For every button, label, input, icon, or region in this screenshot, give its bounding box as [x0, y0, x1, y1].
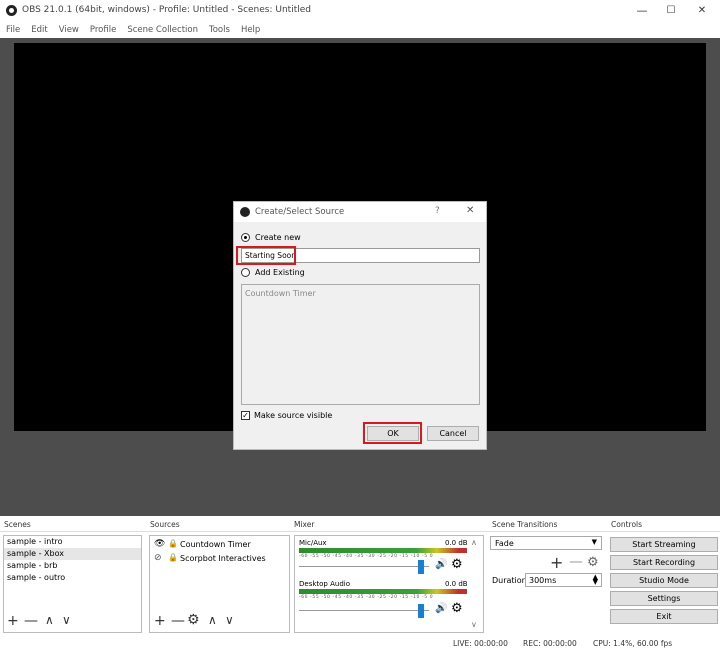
mixer-channel-db: 0.0 dB [445, 539, 468, 547]
transitions-dock-title: Scene Transitions [492, 520, 558, 529]
volume-slider-thumb[interactable] [418, 604, 425, 618]
gear-icon[interactable]: ⚙ [451, 557, 463, 572]
status-bar: LIVE: 00:00:00 REC: 00:00:00 CPU: 1.4%, … [0, 637, 720, 650]
minimize-button[interactable]: — [628, 2, 656, 20]
make-visible-label: Make source visible [254, 411, 333, 420]
chevron-up-icon[interactable]: ∧ [45, 613, 54, 627]
mixer-panel: Mic/Aux 0.0 dB -60 -55 -50 -45 -40 -35 -… [294, 535, 484, 633]
create-new-radio[interactable] [241, 233, 250, 242]
mixer-channel-db: 0.0 dB [445, 580, 468, 588]
ok-highlight-box [363, 422, 422, 444]
meter-scale: -60 -55 -50 -45 -40 -35 -30 -25 -20 -15 … [299, 554, 434, 559]
chevron-down-icon: ▼ [591, 538, 597, 546]
menu-edit[interactable]: Edit [31, 25, 47, 35]
sources-dock-title: Sources [150, 520, 180, 529]
chevron-up-icon[interactable]: ∧ [208, 613, 217, 627]
maximize-button[interactable]: ☐ [657, 2, 685, 20]
gear-icon[interactable]: ⚙ [587, 555, 599, 570]
list-item[interactable]: Countdown Timer [245, 289, 316, 298]
volume-meter [299, 548, 467, 553]
start-streaming-button[interactable]: Start Streaming [610, 537, 718, 552]
menu-bar: File Edit View Profile Scene Collection … [0, 22, 720, 38]
plus-icon[interactable]: + [154, 613, 166, 629]
speaker-icon[interactable]: 🔊 [435, 559, 447, 570]
chevron-up-icon[interactable]: ∧ [471, 538, 477, 547]
menu-profile[interactable]: Profile [90, 25, 116, 35]
menu-scene-collection[interactable]: Scene Collection [127, 25, 198, 35]
gear-icon[interactable]: ⚙ [451, 601, 463, 616]
volume-meter [299, 589, 467, 594]
eye-hidden-icon[interactable]: ⊘ [154, 553, 162, 563]
source-item[interactable]: Countdown Timer [180, 540, 251, 549]
dialog-titlebar: Create/Select Source ? ✕ [234, 202, 486, 222]
volume-slider-track [299, 566, 429, 567]
close-window-button[interactable]: ✕ [688, 2, 716, 20]
window-title: OBS 21.0.1 (64bit, windows) - Profile: U… [22, 5, 311, 15]
transition-select-value: Fade [495, 539, 514, 548]
dialog-close-button[interactable]: ✕ [466, 205, 474, 216]
menu-view[interactable]: View [59, 25, 79, 35]
dock-divider [0, 531, 720, 532]
menu-help[interactable]: Help [241, 25, 260, 35]
existing-sources-list[interactable]: Countdown Timer [241, 284, 480, 405]
scenes-dock-title: Scenes [4, 520, 31, 529]
chevron-down-icon[interactable]: ∨ [471, 620, 477, 629]
live-time: LIVE: 00:00:00 [453, 639, 508, 648]
scene-item[interactable]: sample - outro [4, 572, 141, 584]
transition-select[interactable]: Fade ▼ [490, 536, 602, 550]
mixer-channel-name: Mic/Aux [299, 539, 327, 547]
studio-mode-button[interactable]: Studio Mode [610, 573, 718, 588]
cpu-fps: CPU: 1.4%, 60.00 fps [593, 639, 673, 648]
minus-icon[interactable]: — [24, 613, 38, 629]
duration-spinbox[interactable]: 300ms ▲ ▼ [525, 573, 602, 587]
plus-icon[interactable]: + [7, 613, 19, 629]
window-titlebar: OBS 21.0.1 (64bit, windows) - Profile: U… [0, 0, 720, 22]
volume-slider-track [299, 610, 429, 611]
exit-button[interactable]: Exit [610, 609, 718, 624]
rec-time: REC: 00:00:00 [523, 639, 577, 648]
mixer-channel-name: Desktop Audio [299, 580, 350, 588]
eye-icon[interactable]: 👁 [154, 539, 165, 549]
lock-icon[interactable]: 🔒 [168, 553, 178, 562]
volume-slider-thumb[interactable] [418, 560, 425, 574]
controls-dock-title: Controls [611, 520, 643, 529]
help-button[interactable]: ? [435, 206, 440, 216]
speaker-icon[interactable]: 🔊 [435, 603, 447, 614]
duration-value: 300ms [529, 576, 557, 585]
add-existing-label: Add Existing [255, 268, 305, 277]
settings-button[interactable]: Settings [610, 591, 718, 606]
name-highlight-box [236, 246, 296, 265]
minus-icon[interactable]: — [171, 613, 185, 629]
scene-item[interactable]: sample - intro [4, 536, 141, 548]
lock-icon[interactable]: 🔒 [168, 539, 178, 548]
create-select-source-dialog: Create/Select Source ? ✕ Create new Star… [233, 201, 487, 450]
minus-icon[interactable]: — [569, 554, 583, 570]
start-recording-button[interactable]: Start Recording [610, 555, 718, 570]
gear-icon[interactable]: ⚙ [187, 612, 200, 628]
scene-item[interactable]: sample - brb [4, 560, 141, 572]
meter-scale: -60 -55 -50 -45 -40 -35 -30 -25 -20 -15 … [299, 595, 434, 600]
menu-file[interactable]: File [6, 25, 20, 35]
scene-item-selected[interactable]: sample - Xbox [4, 548, 141, 560]
create-new-label: Create new [255, 233, 301, 242]
obs-icon [6, 5, 17, 16]
make-visible-checkbox[interactable]: ✓ [241, 411, 250, 420]
chevron-down-icon[interactable]: ∨ [62, 613, 71, 627]
chevron-down-icon[interactable]: ∨ [225, 613, 234, 627]
source-item[interactable]: Scorpbot Interactives [180, 554, 266, 563]
mixer-dock-title: Mixer [294, 520, 315, 529]
spin-arrows-icon[interactable]: ▲ ▼ [593, 574, 598, 586]
plus-icon[interactable]: + [550, 553, 563, 572]
menu-tools[interactable]: Tools [209, 25, 230, 35]
cancel-button[interactable]: Cancel [427, 426, 479, 441]
dialog-title: Create/Select Source [255, 207, 345, 217]
duration-label: Duration [492, 576, 527, 585]
add-existing-radio[interactable] [241, 268, 250, 277]
obs-icon [240, 207, 250, 217]
